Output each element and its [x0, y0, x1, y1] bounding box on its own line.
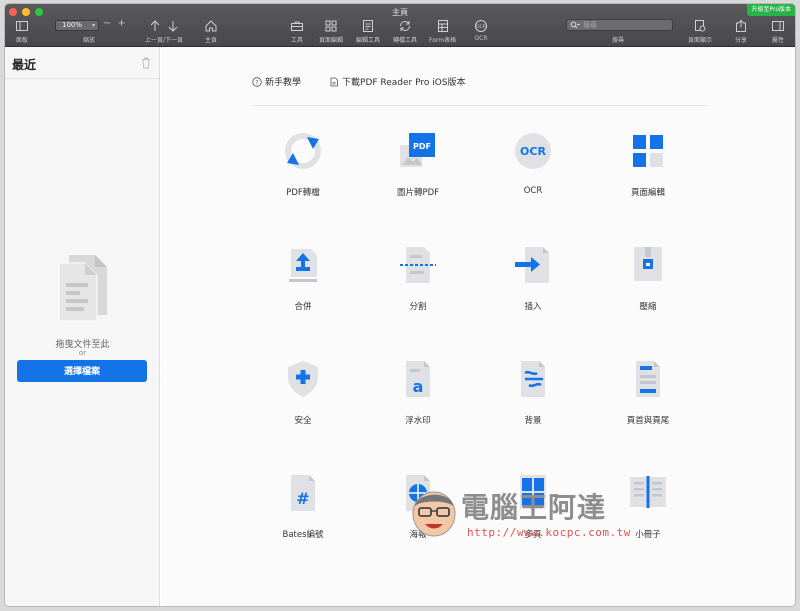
- refresh-icon: [398, 19, 412, 33]
- poster-icon: [396, 471, 440, 515]
- form-tab[interactable]: Form表格: [429, 19, 456, 44]
- image-to-pdf-icon: PDF: [396, 129, 440, 173]
- ocr-tab[interactable]: OCR OCR: [474, 19, 488, 42]
- panel-button[interactable]: 面板: [15, 19, 29, 44]
- window-title: 主頁: [392, 8, 408, 17]
- tool-watermark[interactable]: a 浮水印: [368, 345, 468, 445]
- toolbar: 主頁 升級至Pro版本 面板 100% ▾ −+ 縮放 上一頁/下一頁 主頁 工…: [5, 4, 795, 47]
- search-input[interactable]: 搜尋: [566, 19, 673, 31]
- svg-text:#: #: [296, 489, 309, 508]
- share-icon: [734, 19, 748, 33]
- tutorial-link[interactable]: ? 新手教學: [252, 75, 301, 88]
- merge-icon: [281, 243, 325, 287]
- help-icon: ?: [252, 76, 262, 87]
- recent-title: 最近: [12, 58, 37, 72]
- app-window: 主頁 升級至Pro版本 面板 100% ▾ −+ 縮放 上一頁/下一頁 主頁 工…: [4, 3, 796, 607]
- tools-button[interactable]: 工具: [290, 19, 304, 44]
- recent-sidebar: 最近 拖曳文件至此 or 選擇檔案: [5, 47, 160, 606]
- booklet-icon: [626, 471, 670, 515]
- multipage-icon: [511, 471, 555, 515]
- or-text: or: [78, 349, 87, 357]
- page-edit-tab[interactable]: 頁面編輯: [319, 19, 343, 44]
- tool-insert[interactable]: 插入: [483, 231, 583, 331]
- upgrade-pro-button[interactable]: 升級至Pro版本: [747, 4, 795, 16]
- tool-ocr[interactable]: OCR OCR: [483, 117, 583, 217]
- prev-next-page-button[interactable]: 上一頁/下一頁: [145, 19, 183, 44]
- svg-text:a: a: [413, 377, 424, 396]
- convert-tools-tab[interactable]: 轉檔工具: [393, 19, 417, 44]
- search-icon: [570, 21, 580, 29]
- share-button[interactable]: 分享: [734, 19, 748, 44]
- tool-bates[interactable]: # Bates編號: [253, 459, 353, 559]
- bates-icon: #: [281, 471, 325, 515]
- home-links: ? 新手教學 下載PDF Reader Pro iOS版本: [252, 75, 466, 88]
- tool-booklet[interactable]: 小冊子: [598, 459, 698, 559]
- tool-compress[interactable]: 壓縮: [598, 231, 698, 331]
- main-divider: [251, 105, 709, 106]
- edit-tools-tab[interactable]: 編輯工具: [356, 19, 380, 44]
- tool-security[interactable]: 安全: [253, 345, 353, 445]
- form-icon: [436, 19, 450, 33]
- security-icon: [281, 357, 325, 401]
- inspector-panel-icon: [771, 19, 785, 33]
- sidebar-divider: [5, 78, 159, 79]
- zoom-stepper[interactable]: −+: [103, 18, 132, 29]
- split-icon: [396, 243, 440, 287]
- properties-button[interactable]: 屬性: [771, 19, 785, 44]
- tool-pdf-convert[interactable]: PDF轉檔: [253, 117, 353, 217]
- svg-text:OCR: OCR: [520, 145, 546, 158]
- tool-image-to-pdf[interactable]: PDF 圖片轉PDF: [368, 117, 468, 217]
- document-icon: [330, 77, 338, 86]
- home-button[interactable]: 主頁: [204, 19, 218, 44]
- svg-text:OCR: OCR: [476, 24, 486, 30]
- empty-documents-icon: [58, 255, 107, 322]
- download-ios-link[interactable]: 下載PDF Reader Pro iOS版本: [329, 75, 466, 88]
- page-display-icon: [693, 19, 707, 33]
- watermark-icon: a: [396, 357, 440, 401]
- svg-text:PDF: PDF: [413, 142, 431, 151]
- zoom-label: 縮放: [83, 37, 96, 44]
- tool-multipage[interactable]: 多頁: [483, 459, 583, 559]
- choose-file-button[interactable]: 選擇檔案: [17, 360, 147, 382]
- toolbox-icon: [290, 19, 304, 33]
- zoom-select[interactable]: 100% ▾: [55, 20, 99, 31]
- search-label: 搜尋: [612, 37, 625, 44]
- trash-icon[interactable]: [141, 57, 151, 69]
- insert-icon: [511, 243, 555, 287]
- grid-icon: [324, 19, 338, 33]
- compress-icon: [626, 243, 670, 287]
- home-main: ? 新手教學 下載PDF Reader Pro iOS版本 PDF轉檔 PDF …: [161, 47, 795, 606]
- page-display-button[interactable]: 頁面顯示: [688, 19, 712, 44]
- header-footer-icon: [626, 357, 670, 401]
- page-edit-icon: [626, 129, 670, 173]
- svg-text:?: ?: [255, 79, 258, 86]
- arrow-up-down-icon: [147, 19, 181, 33]
- tool-background[interactable]: 背景: [483, 345, 583, 445]
- convert-icon: [281, 129, 325, 173]
- ocr-circle-icon: OCR: [474, 19, 488, 33]
- ocr-icon: OCR: [511, 129, 555, 173]
- home-icon: [204, 19, 218, 33]
- tool-header-footer[interactable]: 頁首與頁尾: [598, 345, 698, 445]
- tool-page-edit[interactable]: 頁面編輯: [598, 117, 698, 217]
- tool-poster[interactable]: 海報: [368, 459, 468, 559]
- tool-split[interactable]: 分割: [368, 231, 468, 331]
- sidebar-panel-icon: [15, 19, 29, 33]
- chevron-down-icon: ▾: [91, 22, 95, 29]
- tool-merge[interactable]: 合併: [253, 231, 353, 331]
- background-icon: [511, 357, 555, 401]
- edit-document-icon: [361, 19, 375, 33]
